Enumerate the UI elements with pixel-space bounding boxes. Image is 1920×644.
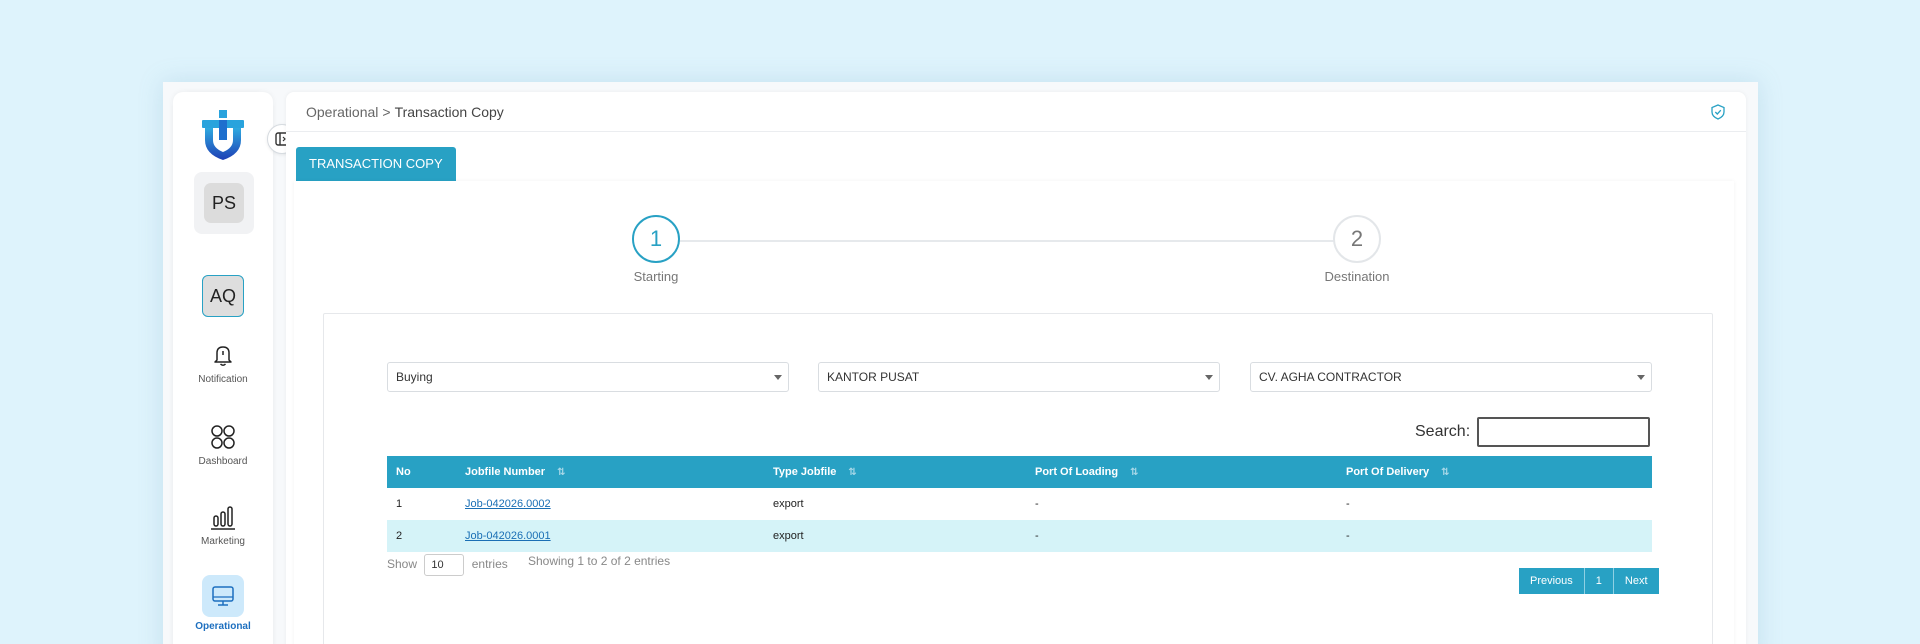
cell-no: 2 — [387, 520, 456, 552]
cell-port-of-delivery: - — [1337, 520, 1652, 552]
user-avatar-wrapper[interactable]: PS — [194, 172, 254, 234]
breadcrumb: Operational > Transaction Copy — [306, 104, 504, 120]
app-logo — [202, 110, 244, 160]
step-number: 1 — [632, 215, 680, 263]
sidebar-item-operational[interactable]: Operational — [173, 575, 273, 632]
breadcrumb-item-operational[interactable]: Operational — [306, 104, 378, 120]
cell-port-of-loading: - — [1026, 520, 1337, 552]
chevron-down-icon — [1205, 375, 1213, 380]
search-label: Search: — [1415, 423, 1471, 440]
previous-page-button[interactable]: Previous — [1519, 568, 1585, 594]
step-starting[interactable]: 1 Starting — [596, 215, 716, 284]
cell-jobfile-number: Job-042026.0002 — [456, 488, 764, 520]
step-label: Starting — [633, 269, 679, 284]
bell-icon — [214, 346, 232, 366]
user-avatar[interactable]: PS — [204, 183, 244, 223]
column-header-label: Port Of Delivery — [1346, 466, 1430, 478]
cell-type: export — [773, 498, 804, 510]
chevron-down-icon — [774, 375, 782, 380]
jobfile-link[interactable]: Job-042026.0001 — [465, 530, 551, 542]
table-row[interactable]: 2 Job-042026.0001 export - - — [387, 520, 1652, 552]
next-page-button[interactable]: Next — [1613, 568, 1659, 594]
account-avatar[interactable]: AQ — [202, 275, 244, 317]
pagination: Previous 1 Next — [1519, 568, 1659, 594]
column-header-port-of-loading[interactable]: Port Of Loading ⇅ — [1026, 456, 1337, 488]
column-header-type-jobfile[interactable]: Type Jobfile ⇅ — [764, 456, 1026, 488]
sort-icon: ⇅ — [1441, 467, 1450, 478]
jobfile-link[interactable]: Job-042026.0002 — [465, 498, 551, 510]
cell-type: export — [764, 520, 1026, 552]
tab-transaction-copy[interactable]: TRANSACTION COPY — [296, 147, 456, 181]
monitor-icon — [212, 586, 234, 606]
step-label: Destination — [1324, 269, 1390, 284]
sidebar-item-marketing[interactable]: Marketing — [173, 502, 273, 547]
step-number: 2 — [1333, 215, 1381, 263]
sort-icon: ⇅ — [848, 467, 857, 478]
active-nav-highlight — [202, 575, 244, 617]
cell-port-of-loading: - — [1035, 498, 1039, 510]
sidebar-item-label: Notification — [198, 374, 248, 385]
branch-select[interactable]: KANTOR PUSAT — [818, 362, 1220, 392]
grid-icon — [211, 425, 235, 449]
column-header-no[interactable]: No — [387, 456, 456, 488]
jobfile-table: No Jobfile Number ⇅ Type Jobfile ⇅ Port Of… — [387, 456, 1652, 552]
sidebar-item-label: Marketing — [201, 536, 245, 547]
cell-jobfile-number: Job-042026.0001 — [456, 520, 764, 552]
chevron-down-icon — [1637, 375, 1645, 380]
column-header-label: Jobfile Number — [465, 466, 546, 478]
type-select-value: Buying — [396, 370, 433, 384]
branch-select-value: KANTOR PUSAT — [827, 370, 920, 384]
breadcrumb-item-current: Transaction Copy — [394, 103, 504, 120]
column-header-jobfile-number[interactable]: Jobfile Number ⇅ — [456, 456, 764, 488]
table-header-row: No Jobfile Number ⇅ Type Jobfile ⇅ Port Of… — [387, 456, 1652, 488]
sidebar-item-label: Dashboard — [198, 456, 248, 467]
sidebar: PS AQ Notification Dashboard Marketing O… — [173, 92, 297, 644]
column-header-label: Type Jobfile — [773, 466, 837, 478]
cell-no: 1 — [396, 498, 403, 510]
column-header-port-of-delivery[interactable]: Port Of Delivery ⇅ — [1337, 456, 1652, 488]
length-menu-suffix: entries — [471, 557, 508, 572]
page-header: Operational > Transaction Copy — [286, 92, 1746, 132]
company-select-value: CV. AGHA CONTRACTOR — [1259, 370, 1402, 384]
entries-per-page-select[interactable]: 10 — [424, 554, 465, 576]
table-info: Showing 1 to 2 of 2 entries — [528, 554, 671, 568]
length-menu: Show 10 entries — [387, 554, 508, 576]
column-header-label: No — [396, 466, 411, 478]
tab-panel: 1 Starting 2 Destination Buying KANTOR P… — [294, 181, 1734, 644]
column-header-label: Port Of Loading — [1035, 466, 1119, 478]
table-row[interactable]: 1 Job-042026.0002 export - - — [387, 488, 1652, 520]
sidebar-item-dashboard[interactable]: Dashboard — [173, 422, 273, 467]
cell-port-of-delivery: - — [1346, 498, 1350, 510]
entries-per-page-value: 10 — [431, 559, 444, 571]
length-menu-prefix: Show — [387, 557, 418, 572]
sidebar-item-label: Operational — [195, 621, 251, 632]
stepper-line — [654, 240, 1334, 242]
step-destination[interactable]: 2 Destination — [1297, 215, 1417, 284]
sort-icon: ⇅ — [1130, 467, 1139, 478]
company-select[interactable]: CV. AGHA CONTRACTOR — [1250, 362, 1652, 392]
shield-check-icon[interactable] — [1710, 104, 1726, 120]
main-content: Operational > Transaction Copy TRANSACTION… — [286, 92, 1746, 644]
background-frame: PS AQ Notification Dashboard Marketing O… — [0, 0, 1920, 644]
app-window: PS AQ Notification Dashboard Marketing O… — [163, 82, 1758, 644]
breadcrumb-separator: > — [382, 103, 391, 120]
form-panel: Buying KANTOR PUSAT CV. AGHA CONTRACTOR … — [323, 313, 1713, 644]
bar-chart-icon — [211, 506, 235, 530]
type-select[interactable]: Buying — [387, 362, 789, 392]
search-input[interactable] — [1477, 417, 1650, 447]
sort-icon: ⇅ — [557, 467, 566, 478]
sidebar-item-notification[interactable]: Notification — [173, 340, 273, 385]
page-1-button[interactable]: 1 — [1584, 568, 1614, 594]
